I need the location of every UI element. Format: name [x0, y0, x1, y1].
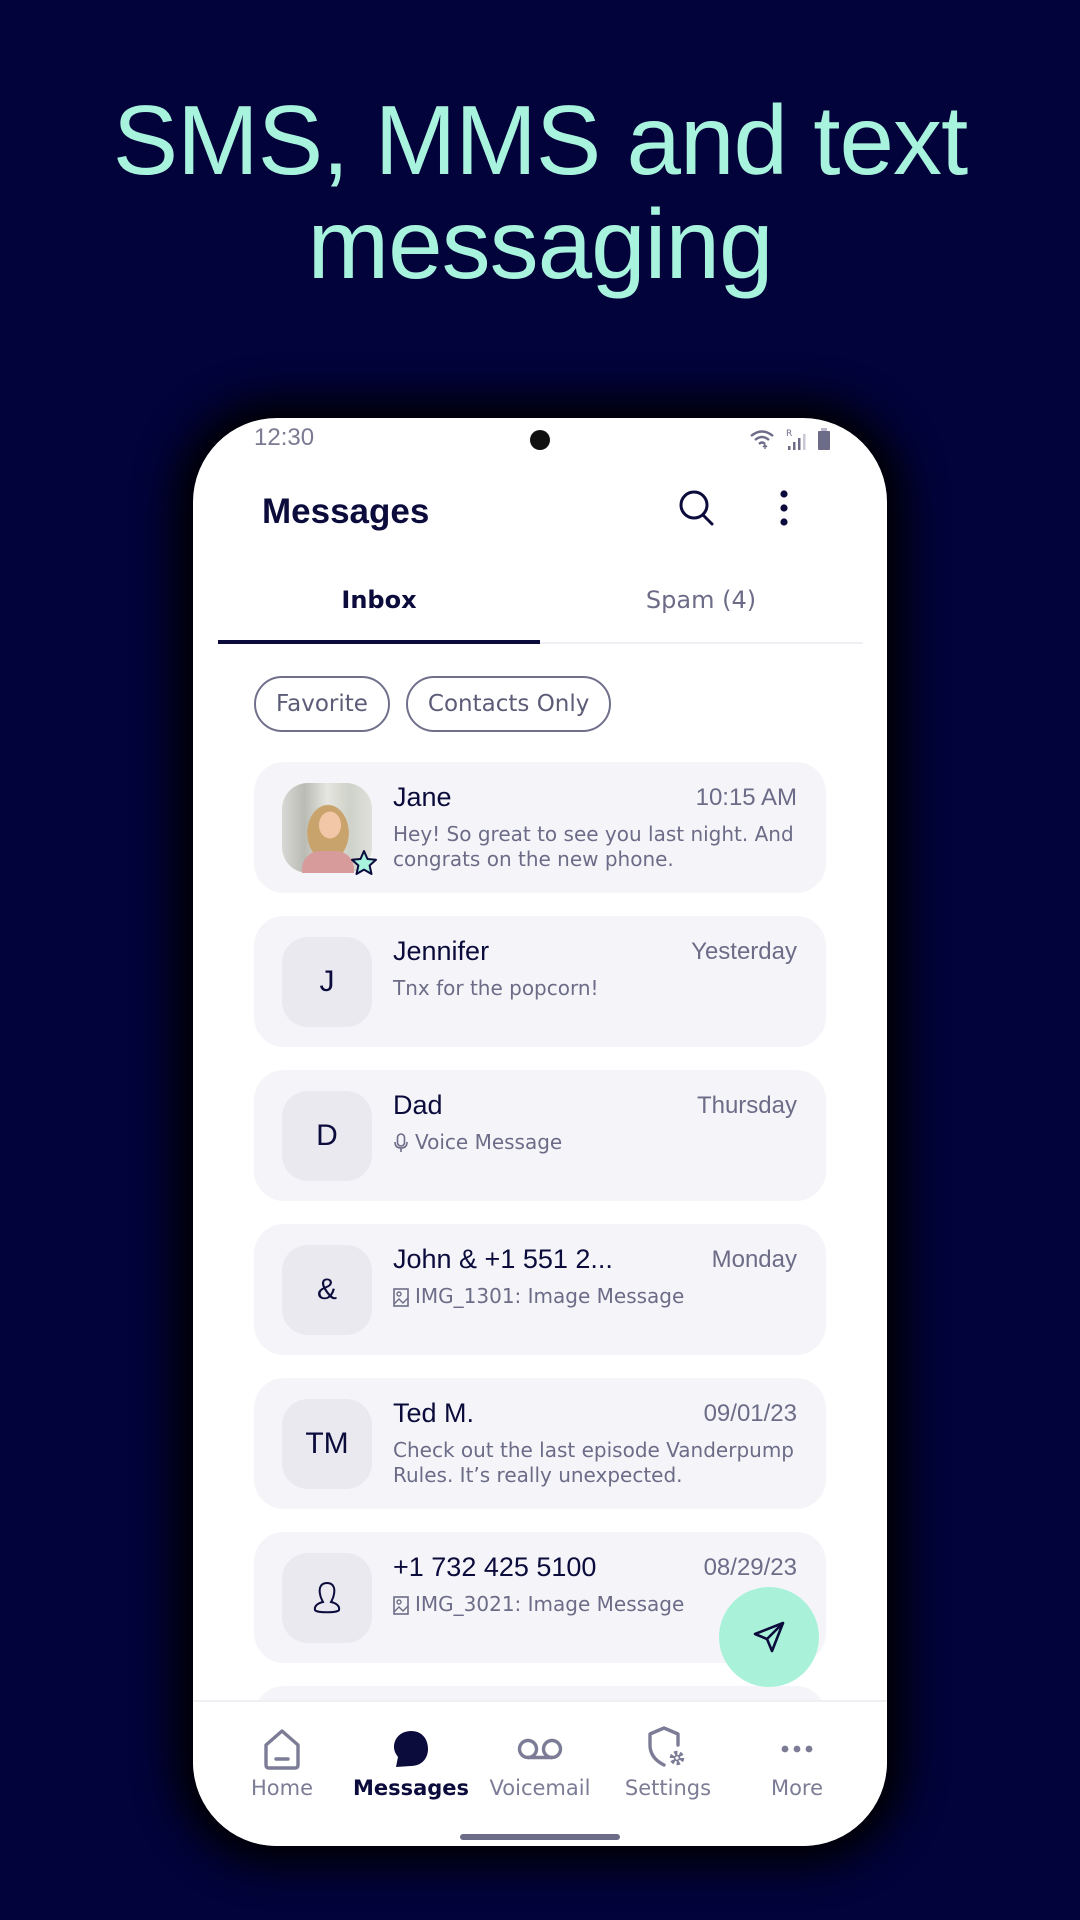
conversation-item[interactable]: D Dad Thursday Voice Message	[254, 1070, 826, 1201]
nav-label: More	[770, 1776, 824, 1800]
bottom-nav: Home Messages Voicemail Settings More	[193, 1700, 887, 1846]
message-preview-text: Tnx for the popcorn!	[393, 976, 599, 1000]
roaming-label: R	[786, 429, 792, 439]
signal-icon: R	[786, 429, 806, 450]
conversation-list: Jane 10:15 AM Hey! So great to see you l…	[254, 762, 826, 1700]
send-icon	[753, 1621, 785, 1653]
wifi-icon	[750, 430, 774, 449]
image-icon	[393, 1596, 409, 1615]
status-time: 12:30	[254, 424, 315, 451]
nav-label: Home	[250, 1776, 313, 1800]
camera-cutout	[530, 430, 550, 450]
overflow-menu-button[interactable]	[761, 484, 807, 532]
tab-spam[interactable]: Spam (4)	[540, 568, 862, 642]
voicemail-icon	[517, 1738, 563, 1760]
home-indicator[interactable]	[460, 1834, 620, 1840]
person-icon	[313, 1581, 341, 1614]
image-icon	[393, 1288, 409, 1307]
message-preview: IMG_1301: Image Message	[393, 1284, 798, 1309]
headline-line-1: SMS, MMS and text	[112, 85, 968, 195]
message-preview-text: IMG_1301: Image Message	[415, 1284, 685, 1308]
message-time: 09/01/23	[703, 1400, 797, 1427]
nav-item-voicemail[interactable]: Voicemail	[480, 1724, 600, 1800]
page-title: Messages	[262, 492, 430, 531]
more-horiz-icon	[781, 1745, 813, 1753]
tab-bar: Inbox Spam (4)	[218, 568, 863, 644]
message-time: 08/29/23	[703, 1554, 797, 1581]
message-preview-text: Check out the last episode Vanderpump Ru…	[393, 1438, 795, 1487]
phone-screen: 12:30 R Messages Inbox Spam (4) Favorite…	[193, 418, 887, 1846]
contact-name: John & +1 551 2...	[393, 1244, 613, 1274]
contact-name: Dad	[393, 1090, 443, 1120]
filter-chip-contacts-only[interactable]: Contacts Only	[405, 676, 612, 732]
contact-name: Jennifer	[393, 936, 490, 966]
avatar-initials: J	[282, 937, 372, 1027]
nav-label: Settings	[624, 1776, 712, 1800]
avatar-initials: &	[282, 1245, 372, 1335]
promo-headline: SMS, MMS and text messaging	[0, 88, 1080, 296]
nav-item-more[interactable]: More	[737, 1724, 857, 1800]
avatar-photo	[282, 783, 377, 875]
search-icon	[679, 490, 714, 526]
message-preview: Check out the last episode Vanderpump Ru…	[393, 1438, 798, 1488]
tab-inbox[interactable]: Inbox	[218, 568, 540, 644]
nav-label: Messages	[352, 1776, 470, 1800]
nav-item-messages[interactable]: Messages	[351, 1724, 471, 1800]
message-time: Monday	[711, 1246, 797, 1273]
conversation-item[interactable]: TM Ted M. 09/01/23 Check out the last ep…	[254, 1378, 826, 1509]
message-preview: Voice Message	[393, 1130, 798, 1155]
message-preview-text: IMG_3021: Image Message	[415, 1592, 685, 1616]
message-preview-text: Hey! So great to see you last night. And…	[393, 822, 794, 871]
avatar-initials: D	[282, 1091, 372, 1181]
nav-item-home[interactable]: Home	[222, 1724, 342, 1800]
search-button[interactable]	[673, 484, 721, 532]
avatar-person	[282, 1553, 372, 1643]
more-vert-icon	[780, 490, 788, 526]
contact-name: +1 732 425 5100	[393, 1552, 597, 1582]
status-icons: R	[749, 426, 831, 452]
headline-line-2: messaging	[307, 189, 774, 299]
contact-name: Ted M.	[393, 1398, 475, 1428]
shield-settings-icon	[648, 1726, 685, 1767]
avatar-initials: TM	[282, 1399, 372, 1489]
filter-chip-favorite[interactable]: Favorite	[254, 676, 390, 732]
message-preview: Hey! So great to see you last night. And…	[393, 822, 798, 872]
favorite-star-icon	[351, 850, 377, 875]
contact-name: Jane	[393, 782, 452, 812]
chat-bubble-icon	[394, 1731, 428, 1767]
new-message-button[interactable]	[719, 1587, 819, 1687]
filter-chips: Favorite Contacts Only	[254, 676, 612, 732]
nav-label: Voicemail	[489, 1776, 591, 1800]
conversation-item-partial[interactable]	[254, 1686, 826, 1700]
message-preview: Tnx for the popcorn!	[393, 976, 798, 1001]
message-time: Thursday	[696, 1092, 797, 1119]
message-time: Yesterday	[691, 938, 797, 965]
nav-item-settings[interactable]: Settings	[608, 1724, 728, 1800]
conversation-item[interactable]: Jane 10:15 AM Hey! So great to see you l…	[254, 762, 826, 893]
microphone-icon	[394, 1133, 408, 1152]
conversation-item[interactable]: & John & +1 551 2... Monday IMG_1301: Im…	[254, 1224, 826, 1355]
battery-icon	[818, 428, 830, 450]
avatar-photo-detail	[302, 851, 354, 873]
message-time: 10:15 AM	[695, 784, 797, 811]
conversation-item[interactable]: J Jennifer Yesterday Tnx for the popcorn…	[254, 916, 826, 1047]
message-preview-text: Voice Message	[415, 1130, 563, 1154]
home-icon	[264, 1729, 300, 1770]
